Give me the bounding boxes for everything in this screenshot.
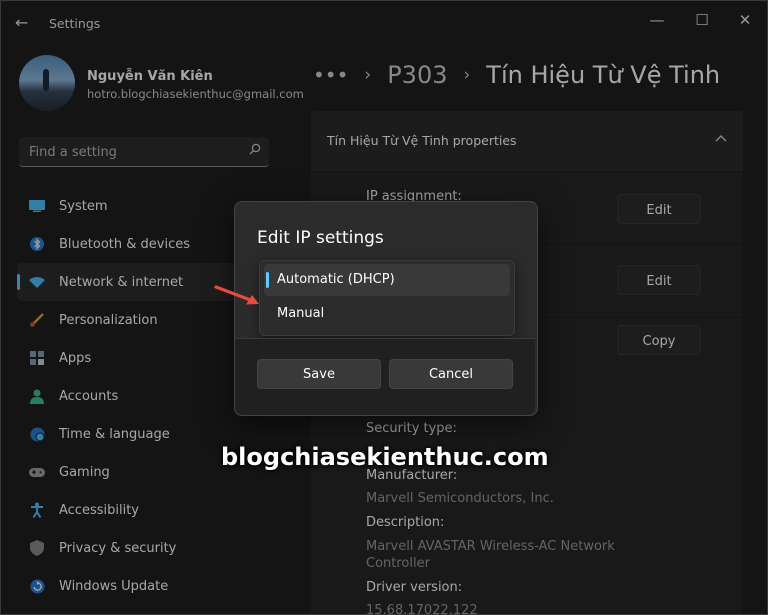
option-automatic-dhcp[interactable]: Automatic (DHCP) (264, 264, 510, 296)
settings-window: ← Settings — ☐ ✕ Nguyễn Văn Kiên hotro.b… (0, 0, 768, 615)
edit-ip-settings-dialog: Edit IP settings Automatic (DHCP) Manual… (234, 201, 538, 416)
cancel-button[interactable]: Cancel (389, 359, 513, 389)
red-arrow-icon (214, 285, 259, 305)
dialog-title: Edit IP settings (257, 228, 384, 248)
dialog-footer: Save Cancel (235, 338, 535, 415)
option-manual[interactable]: Manual (264, 298, 510, 330)
watermark-text: blogchiasekienthuc.com (221, 443, 549, 471)
ip-mode-dropdown-list: Automatic (DHCP) Manual (259, 260, 515, 336)
save-button[interactable]: Save (257, 359, 381, 389)
